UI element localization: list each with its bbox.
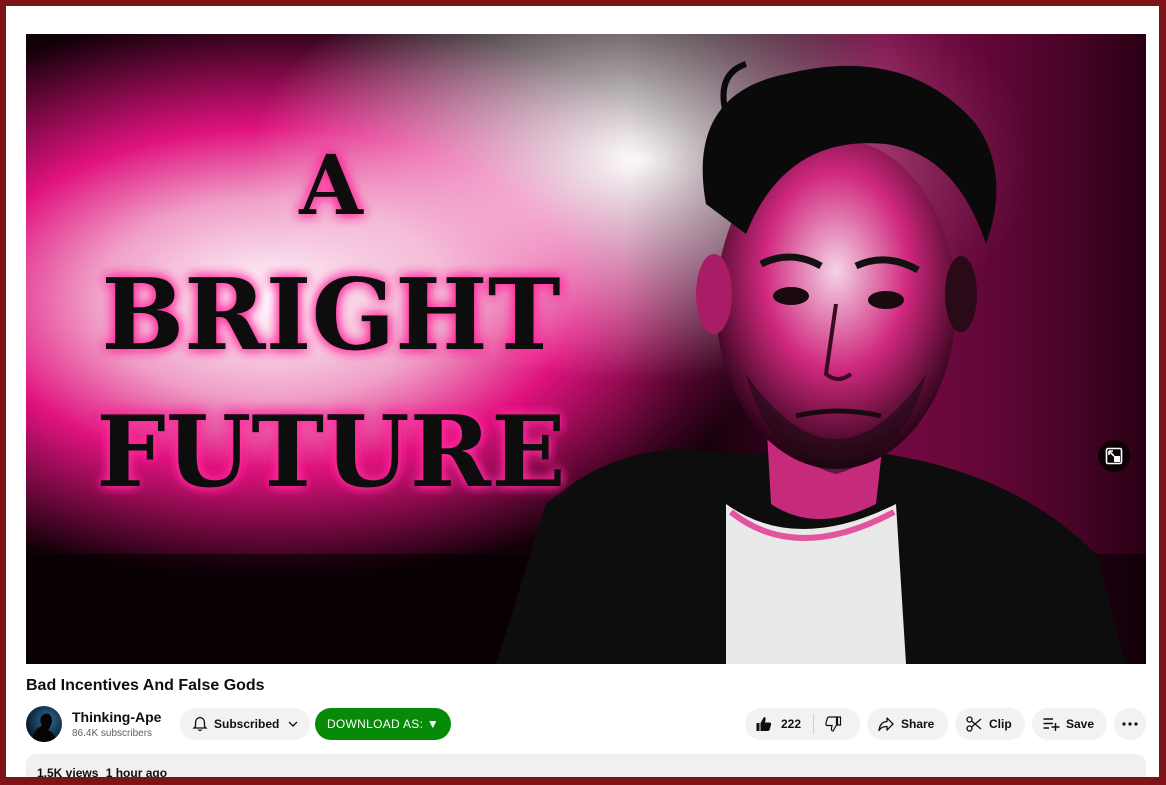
upload-age: 1 hour ago xyxy=(105,766,168,777)
share-label: Share xyxy=(901,717,935,731)
subscriber-count: 86.4K subscribers xyxy=(72,728,153,739)
like-count[interactable]: 222 xyxy=(781,717,801,731)
share-button[interactable]: Share xyxy=(867,708,948,740)
save-button[interactable]: Save xyxy=(1032,708,1107,740)
chevron-down-icon xyxy=(288,721,298,727)
more-horizontal-icon xyxy=(1122,722,1138,726)
avatar-silhouette-icon xyxy=(32,713,56,742)
thumbs-down-icon xyxy=(825,716,842,732)
thumbnail-text-line-2: BRIGHT xyxy=(101,258,560,373)
video-meta: 1.5K views 1 hour ago xyxy=(37,766,167,777)
clip-button[interactable]: Clip xyxy=(955,708,1025,740)
description-box[interactable]: 1.5K views 1 hour ago xyxy=(26,754,1146,777)
video-player[interactable]: A BRIGHT FUTURE xyxy=(26,34,1146,664)
thumbnail-text-line-3: FUTURE xyxy=(96,395,566,510)
dislike-button[interactable] xyxy=(824,715,842,733)
subscribed-button[interactable]: Subscribed xyxy=(180,708,310,740)
channel-name[interactable]: Thinking-Ape xyxy=(72,709,161,725)
view-count: 1.5K views xyxy=(37,766,99,777)
thumbs-up-icon[interactable] xyxy=(755,715,773,733)
channel-avatar[interactable] xyxy=(26,706,62,742)
save-label: Save xyxy=(1066,717,1095,731)
channel-row: Thinking-Ape 86.4K subscribers Subscribe… xyxy=(26,706,1146,742)
video-title: Bad Incentives And False Gods xyxy=(26,677,265,694)
thumbnail-text-line-1: A xyxy=(298,138,364,234)
bell-icon xyxy=(192,716,208,732)
like-divider xyxy=(813,714,815,734)
miniplayer-icon xyxy=(1105,447,1123,465)
clip-label: Clip xyxy=(989,717,1012,731)
download-as-button[interactable]: DOWNLOAD AS: ▼ xyxy=(315,708,451,740)
scissors-icon xyxy=(966,716,982,732)
playlist-add-icon xyxy=(1043,718,1060,731)
share-icon xyxy=(878,717,894,732)
video-thumbnail: A BRIGHT FUTURE xyxy=(26,34,1146,664)
more-actions-button[interactable] xyxy=(1114,708,1146,740)
like-dislike-group: 222 xyxy=(745,708,860,740)
subscribed-label: Subscribed xyxy=(214,717,280,731)
page-frame: A BRIGHT FUTURE Bad Incentives And False… xyxy=(6,6,1159,777)
miniplayer-button[interactable] xyxy=(1098,440,1130,472)
